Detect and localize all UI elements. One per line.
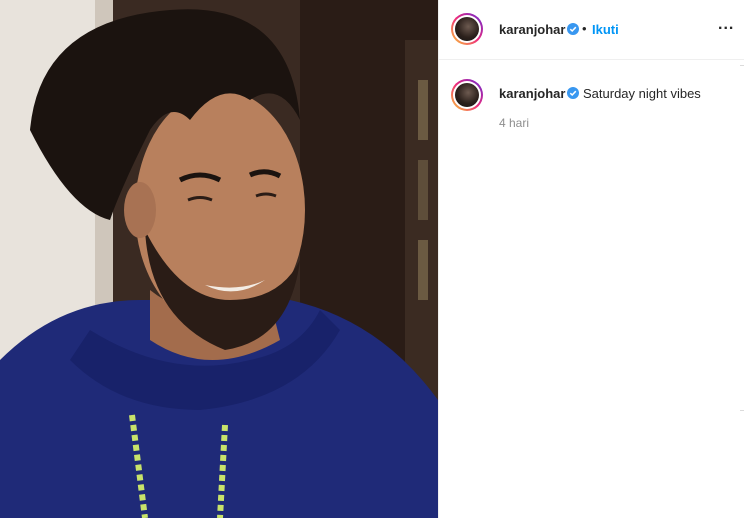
verified-badge-icon [567,87,579,99]
header-separator: • [582,21,587,36]
post-timestamp[interactable]: 4 hari [499,116,529,130]
author-username[interactable]: karanjohar [499,22,565,37]
scrollbar-mark [740,65,744,66]
more-options-icon[interactable]: ... [718,16,734,34]
follow-button[interactable]: Ikuti [592,22,619,37]
post-media[interactable] [0,0,438,518]
post-header: karanjohar • Ikuti ... [439,0,744,60]
post-sidebar: karanjohar • Ikuti ... karanjohar Saturd… [438,0,744,518]
post-photo [0,0,438,518]
caption-username[interactable]: karanjohar [499,86,565,101]
avatar-image [455,83,479,107]
caption-avatar[interactable] [451,79,483,111]
caption-text: Saturday night vibes [583,86,701,101]
avatar-image [455,17,479,41]
scrollbar-mark [740,410,744,411]
scrollbar[interactable] [740,60,744,518]
author-avatar[interactable] [451,13,483,45]
verified-badge-icon [567,23,579,35]
